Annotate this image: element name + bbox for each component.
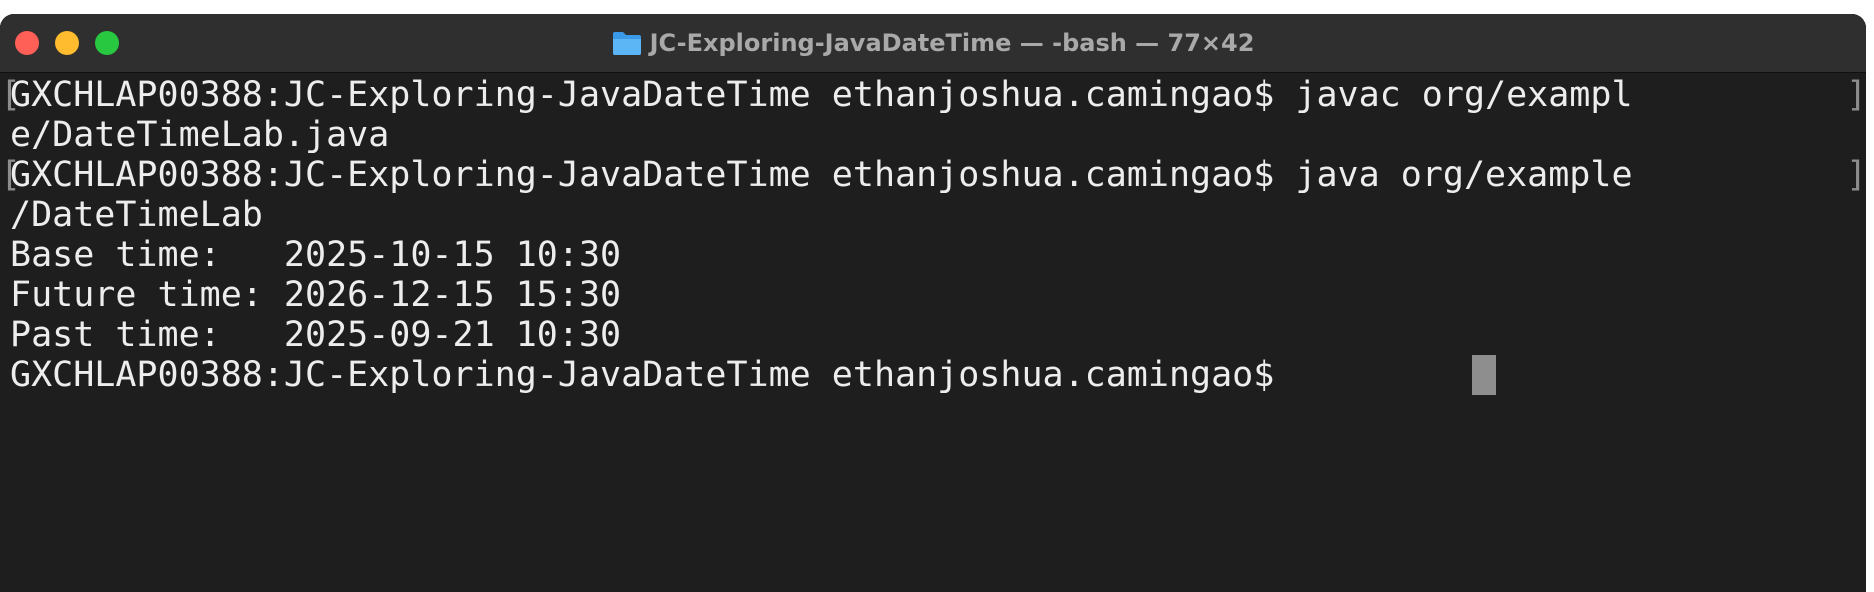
title-bar[interactable]: JC-Exploring-JavaDateTime — -bash — 77×4…: [0, 14, 1866, 73]
terminal-window[interactable]: JC-Exploring-JavaDateTime — -bash — 77×4…: [0, 14, 1866, 592]
window-title: JC-Exploring-JavaDateTime — -bash — 77×4…: [0, 14, 1866, 72]
terminal-line: e/DateTimeLab.java: [10, 115, 390, 155]
terminal-line: /DateTimeLab: [10, 195, 263, 235]
terminal-line: GXCHLAP00388:JC-Exploring-JavaDateTime e…: [10, 155, 1633, 195]
terminal-line: GXCHLAP00388:JC-Exploring-JavaDateTime e…: [10, 75, 1633, 115]
terminal-prompt-line[interactable]: GXCHLAP00388:JC-Exploring-JavaDateTime e…: [10, 355, 1295, 395]
terminal-output[interactable]: [ GXCHLAP00388:JC-Exploring-JavaDateTime…: [0, 73, 1866, 592]
wrap-marker-right: ]: [1846, 155, 1866, 195]
terminal-line: Past time: 2025-09-21 10:30: [10, 315, 622, 355]
terminal-line: Base time: 2025-10-15 10:30: [10, 235, 622, 275]
terminal-line: Future time: 2026-12-15 15:30: [10, 275, 622, 315]
wrap-marker-right: ]: [1846, 75, 1866, 115]
text-cursor: [1472, 355, 1496, 395]
folder-icon: [612, 32, 641, 55]
window-title-text: JC-Exploring-JavaDateTime — -bash — 77×4…: [649, 29, 1255, 57]
